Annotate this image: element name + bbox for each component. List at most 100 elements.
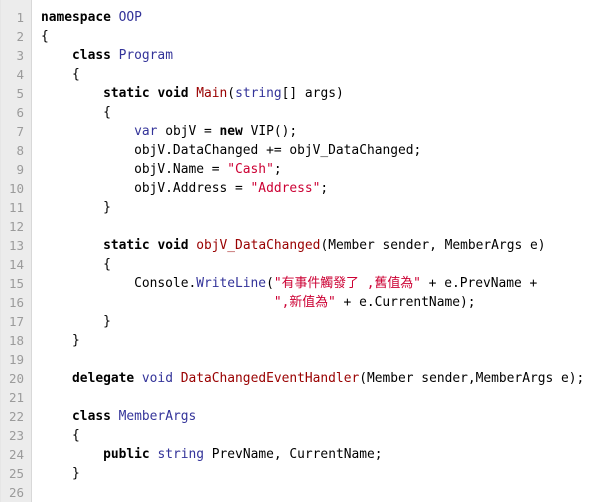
- code-token: {: [41, 105, 111, 120]
- line-number: 6: [16, 105, 24, 120]
- code-token: (Member sender, MemberArgs e): [320, 238, 546, 253]
- code-line[interactable]: ​: [41, 388, 607, 407]
- code-token: {: [41, 257, 111, 272]
- code-token: public: [103, 447, 150, 462]
- code-line[interactable]: objV.Address = "Address";: [41, 179, 607, 198]
- code-token: PrevName, CurrentName;: [204, 447, 383, 462]
- code-token: class: [72, 48, 111, 63]
- code-token: }: [41, 314, 111, 329]
- code-token: string: [235, 86, 282, 101]
- code-token: {: [41, 29, 49, 44]
- code-line[interactable]: delegate void DataChangedEventHandler(Me…: [41, 369, 607, 388]
- line-number: 22: [8, 409, 24, 424]
- code-line[interactable]: {: [41, 255, 607, 274]
- code-token: objV.Name =: [41, 162, 228, 177]
- line-number: 19: [8, 352, 24, 367]
- code-token: Program: [118, 48, 173, 63]
- line-number: 26: [8, 485, 24, 500]
- code-line[interactable]: objV.Name = "Cash";: [41, 160, 607, 179]
- code-line[interactable]: Console.WriteLine("有事件觸發了 ,舊值為" + e.Prev…: [41, 274, 607, 293]
- code-token: [] args): [281, 86, 344, 101]
- code-line[interactable]: ​: [41, 350, 607, 369]
- code-editor[interactable]: 1 2 3 4 5 6 7 8 9 10 11 12 13 14 15 16 17 18 19 20 21 22 23 24 2…: [0, 0, 607, 502]
- code-line[interactable]: static void objV_DataChanged(Member send…: [41, 236, 607, 255]
- line-number: 7: [16, 124, 24, 139]
- code-token: ;: [320, 181, 329, 196]
- code-token: string: [157, 447, 205, 462]
- code-line[interactable]: }: [41, 464, 607, 483]
- code-token: }: [41, 333, 80, 348]
- line-number: 23: [8, 428, 24, 443]
- code-line[interactable]: {: [41, 103, 607, 122]
- code-token: (: [266, 276, 274, 291]
- code-token: ;: [273, 162, 282, 177]
- code-line[interactable]: static void Main(string[] args): [41, 84, 607, 103]
- line-number-gutter: 1 2 3 4 5 6 7 8 9 10 11 12 13 14 15 16 17 18 19 20 21 22 23 24 2…: [1, 0, 32, 502]
- code-line[interactable]: namespace OOP: [41, 8, 607, 27]
- code-token: }: [41, 200, 111, 215]
- code-line[interactable]: ​: [41, 483, 607, 502]
- line-number: 20: [8, 371, 24, 386]
- line-number: 5: [16, 86, 24, 101]
- code-line[interactable]: class MemberArgs: [41, 407, 607, 426]
- code-token: (Member sender,MemberArgs e);: [359, 371, 585, 386]
- code-token: {: [41, 67, 80, 82]
- line-number: 3: [16, 48, 24, 63]
- code-line[interactable]: var objV = new VIP();: [41, 122, 607, 141]
- line-number: 10: [8, 181, 24, 196]
- code-line[interactable]: ​: [41, 217, 607, 236]
- code-token: static: [103, 86, 150, 101]
- line-number: 25: [8, 466, 24, 481]
- line-number: 1: [16, 10, 24, 25]
- code-line[interactable]: }: [41, 312, 607, 331]
- code-token: VIP();: [242, 124, 298, 139]
- code-line[interactable]: objV.DataChanged += objV_DataChanged;: [41, 141, 607, 160]
- code-token: "有事件觸發了 ,舊值為": [273, 276, 421, 291]
- code-token: }: [41, 466, 80, 481]
- code-token: objV.DataChanged += objV_DataChanged;: [41, 143, 422, 158]
- code-token: + e.PrevName +: [420, 276, 538, 291]
- code-line[interactable]: {: [41, 27, 607, 46]
- line-number: 12: [8, 219, 24, 234]
- code-token: + e.CurrentName);: [335, 295, 476, 310]
- code-token: var: [134, 124, 158, 139]
- line-number: 4: [16, 67, 24, 82]
- code-line[interactable]: public string PrevName, CurrentName;: [41, 445, 607, 464]
- line-number: 8: [16, 143, 24, 158]
- code-line[interactable]: ",新值為" + e.CurrentName);: [41, 293, 607, 312]
- line-number: 15: [8, 276, 24, 291]
- code-token: delegate: [72, 371, 135, 386]
- code-token: DataChangedEventHandler: [180, 371, 360, 386]
- line-number: 21: [8, 390, 24, 405]
- code-line[interactable]: {: [41, 426, 607, 445]
- code-token: objV.Address =: [41, 181, 251, 196]
- line-number: 11: [8, 200, 24, 215]
- code-token: new: [219, 124, 243, 139]
- code-token: objV =: [157, 124, 220, 139]
- code-area[interactable]: namespace OOP { class Program { static vo…: [32, 0, 607, 502]
- code-token: objV_DataChanged: [196, 238, 321, 253]
- code-token: Main: [196, 86, 228, 101]
- line-number: 16: [8, 295, 24, 310]
- line-number: 2: [16, 29, 24, 44]
- code-line[interactable]: {: [41, 65, 607, 84]
- code-line[interactable]: class Program: [41, 46, 607, 65]
- code-token: {: [41, 428, 80, 443]
- code-token: WriteLine: [196, 276, 267, 291]
- line-number: 17: [8, 314, 24, 329]
- line-number: 24: [8, 447, 24, 462]
- code-token: static: [103, 238, 150, 253]
- code-token: void: [141, 371, 173, 386]
- code-line[interactable]: }: [41, 198, 607, 217]
- code-line[interactable]: }: [41, 331, 607, 350]
